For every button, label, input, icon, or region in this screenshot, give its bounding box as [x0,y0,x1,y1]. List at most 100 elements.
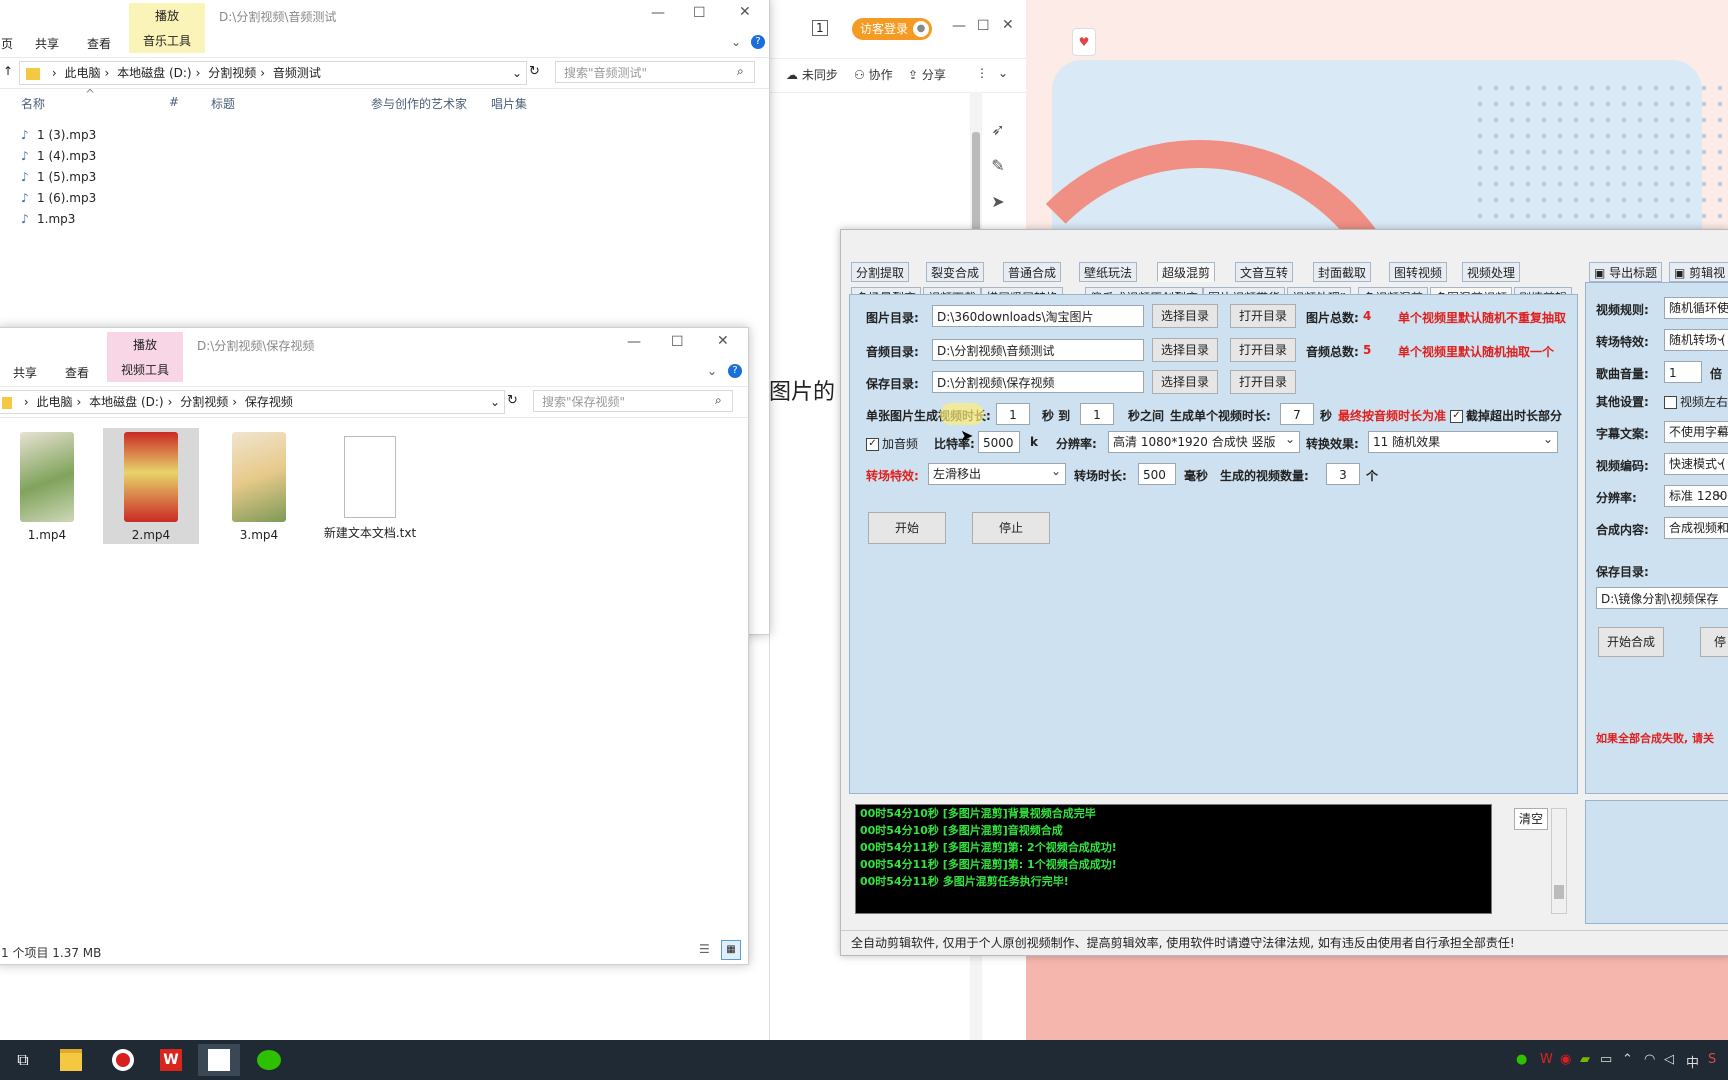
screen-recorder-icon[interactable] [102,1044,144,1076]
column-name[interactable]: 名称 [21,95,45,112]
help-icon[interactable]: ? [751,35,765,49]
column-album[interactable]: 唱片集 [491,95,527,112]
breadcrumb[interactable]: 分割视频 [208,62,256,84]
save-dir-input[interactable]: D:\分割视频\保存视频 [932,371,1144,393]
audio-dir-input[interactable]: D:\分割视频\音频测试 [932,339,1144,361]
breadcrumb[interactable]: 本地磁盘 (D:) [117,62,191,84]
close-icon[interactable]: ✕ [717,333,729,349]
address-bar[interactable]: › 此电脑 › 本地磁盘 (D:) › 分割视频 › 音频测试 ⌄ [19,61,527,85]
task-view-icon[interactable]: ⧉ [2,1044,44,1076]
minimize-icon[interactable]: — [627,334,641,350]
tab-main-5[interactable]: 文音互转 [1235,262,1294,282]
more-icon[interactable]: ⋮ [976,66,988,80]
wechat-tray-icon[interactable]: ● [1516,1052,1527,1067]
chevron-down-icon[interactable]: ⌄ [998,66,1008,80]
context-tab-play[interactable]: 播放 [129,3,205,29]
stop-button[interactable]: 停止 [972,512,1050,544]
mirror-checkbox[interactable]: 视频左右 [1664,393,1728,410]
file-explorer-icon[interactable] [50,1044,92,1076]
single-length-input[interactable]: 7 [1280,403,1314,425]
encode-select[interactable]: 快速模式 ( [1664,453,1728,475]
minimize-icon[interactable]: — [952,18,966,34]
file-item[interactable]: 1.mp4 [0,428,95,542]
list-item[interactable]: ♪ 1 (6).mp3 [21,188,96,208]
active-app-icon[interactable] [198,1044,240,1076]
search-icon[interactable]: ⌕ [737,64,744,79]
choose-image-dir-button[interactable]: 选择目录 [1152,304,1218,328]
close-icon[interactable]: ✕ [739,4,751,20]
pointer-icon[interactable]: ➤ [984,192,1012,228]
list-item[interactable]: ♪ 1 (3).mp3 [21,125,96,145]
ime-s-icon[interactable]: S [1708,1052,1716,1067]
list-item[interactable]: ♪ 1.mp3 [21,209,75,229]
guest-login-button[interactable]: 访客登录 ● [852,18,932,40]
tab-main-3[interactable]: 壁纸玩法 [1079,262,1138,282]
help-icon[interactable]: ? [728,364,742,378]
transition-length-input[interactable]: 500 [1138,463,1176,485]
tab-main-2[interactable]: 普通合成 [1003,262,1062,282]
right-save-dir-input[interactable]: D:\镜像分割\视频保存 [1596,587,1728,609]
open-save-dir-button[interactable]: 打开目录 [1230,370,1296,394]
refresh-icon[interactable]: ↻ [529,64,540,79]
breadcrumb[interactable]: 音频测试 [273,62,321,84]
breadcrumb[interactable]: 保存视频 [245,391,293,413]
right-resolution-select[interactable]: 标准 1280* [1664,485,1728,507]
large-icons-view-icon[interactable]: ▦ [721,940,741,960]
collab-button[interactable]: ⚇ 协作 [854,66,893,83]
tab-main-1[interactable]: 裂变合成 [926,262,985,282]
up-arrow-icon[interactable]: ↑ [3,64,13,78]
start-button[interactable]: 开始 [868,512,946,544]
breadcrumb[interactable]: 此电脑 [64,62,100,84]
list-item[interactable]: ♪ 1 (5).mp3 [21,167,96,187]
tab-main-4[interactable]: 超级混剪 [1157,262,1216,282]
column-number[interactable]: # [169,95,179,109]
column-title[interactable]: 标题 [211,95,235,112]
tab-share[interactable]: 共享 [35,35,59,52]
chevron-down-icon[interactable]: ⌄ [512,62,522,84]
maximize-icon[interactable]: ☐ [977,18,990,34]
tab-music-tools[interactable]: 音乐工具 [129,29,205,53]
log-scrollbar[interactable] [1551,808,1567,914]
tab-main-0[interactable]: 分割提取 [851,262,910,282]
resolution-select[interactable]: 高清 1080*1920 合成快 竖版 [1108,431,1300,453]
breadcrumb[interactable]: 此电脑 [36,391,72,413]
transform-effect-select[interactable]: 11 随机效果 [1368,431,1558,453]
search-input[interactable]: 搜索"保存视频" [533,390,733,412]
open-image-dir-button[interactable]: 打开目录 [1230,304,1296,328]
column-artist[interactable]: 参与创作的艺术家 [371,95,467,112]
input-method-icon[interactable]: 中 [1686,1052,1699,1071]
maximize-icon[interactable]: ☐ [693,5,706,21]
tab-main-6[interactable]: 封面截取 [1313,262,1372,282]
battery-icon[interactable]: ▭ [1600,1052,1612,1067]
merge-content-select[interactable]: 合成视频和 [1664,517,1728,539]
recorder-tray-icon[interactable]: ◉ [1560,1052,1571,1067]
rocket-icon[interactable]: ➶ [984,120,1012,156]
tab-share[interactable]: 共享 [13,364,37,381]
address-bar[interactable]: › 此电脑 › 本地磁盘 (D:) › 分割视频 › 保存视频 ⌄ [0,390,505,414]
tab-main-8[interactable]: 视频处理 [1462,262,1521,282]
details-view-icon[interactable]: ☰ [699,942,710,956]
close-icon[interactable]: ✕ [1002,17,1014,33]
volume-input[interactable]: 1 [1664,361,1702,383]
page-count-badge[interactable]: 1 [812,20,828,36]
start-merge-button[interactable]: 开始合成 [1598,627,1664,657]
tab-view[interactable]: 查看 [65,364,89,381]
tab-view[interactable]: 查看 [87,35,111,52]
nvidia-tray-icon[interactable]: ▰ [1580,1052,1590,1067]
cut-excess-checkbox[interactable]: ✓ 截掉超出时长部分 [1450,407,1562,424]
open-audio-dir-button[interactable]: 打开目录 [1230,338,1296,362]
search-icon[interactable]: ⌕ [715,393,722,408]
clear-log-button[interactable]: 清空 [1514,808,1548,830]
video-rule-select[interactable]: 随机循环使 [1664,297,1728,319]
maximize-icon[interactable]: ☐ [671,334,684,350]
wechat-icon[interactable] [248,1044,290,1076]
file-item[interactable]: 新建文本文档.txt [315,428,425,541]
file-item[interactable]: 3.mp4 [211,428,307,542]
wps-icon[interactable]: W [150,1044,192,1076]
transition-select[interactable]: 左滑移出 [928,463,1066,485]
list-item[interactable]: ♪ 1 (4).mp3 [21,146,96,166]
right-transition-select[interactable]: 随机转场 ( [1664,329,1728,351]
tab-page[interactable]: 页 [1,35,13,52]
refresh-icon[interactable]: ↻ [507,393,518,408]
minimize-icon[interactable]: — [651,5,665,21]
